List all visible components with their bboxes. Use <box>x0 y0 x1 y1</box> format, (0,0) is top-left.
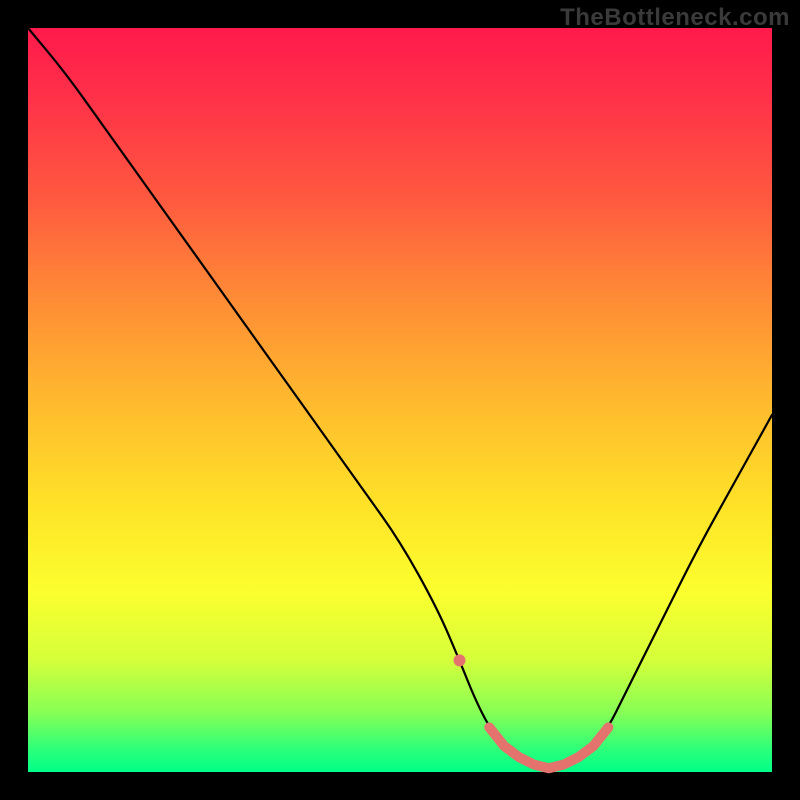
watermark-text: TheBottleneck.com <box>560 4 790 32</box>
bottleneck-curve <box>28 28 772 767</box>
chart-frame: TheBottleneck.com <box>0 0 800 800</box>
chart-svg <box>28 28 772 772</box>
plot-area <box>28 28 772 772</box>
highlight-start-dot <box>454 654 466 666</box>
highlight-segment <box>489 727 608 768</box>
